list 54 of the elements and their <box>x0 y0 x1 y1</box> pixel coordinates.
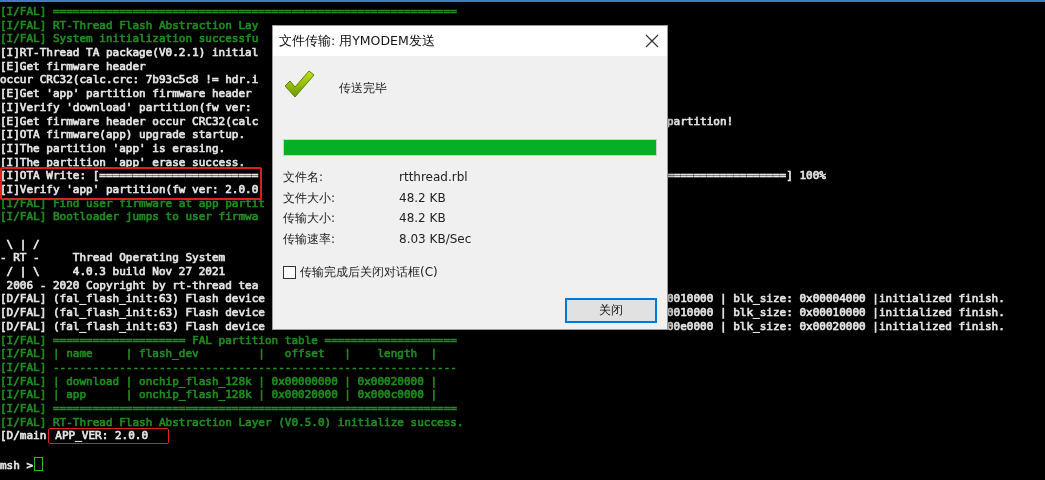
log-line: [I/FAL] ============================================================= <box>0 401 457 415</box>
log-line: [I/FAL] ============================================================= <box>0 5 457 18</box>
log-line: \ | / <box>5 237 40 251</box>
log-line: ==================] 100% <box>667 169 826 183</box>
log-line: [I/FAL] Bootloader jumps to user firmwa <box>0 210 259 224</box>
checkbox-label[interactable]: 传输完成后关闭对话框(C) <box>300 264 438 282</box>
log-line: [I]Verify 'app' partition(fw ver: 2.0.0 <box>0 182 259 196</box>
info-value: 48.2 KB <box>399 210 447 227</box>
info-label: 传输速率: <box>283 230 337 248</box>
log-line: [I/FAL] System initialization successfu <box>0 32 259 46</box>
log-line: [I]The partition 'app' is erasing. <box>0 141 226 155</box>
log-line: [I/FAL] | name | flash_dev | offset | length | <box>0 347 438 361</box>
info-value: 8.03 KB/Sec <box>399 230 473 248</box>
log-line: [I/FAL] RT-Thread Flash Abstraction Lay <box>0 18 259 32</box>
log-line: [D/FAL] (fal_flash_init:63) Flash device <box>0 292 265 306</box>
log-line: [I/FAL] | download | onchip_flash_128k | 0x00000000 | 0x00020000 | <box>0 374 438 388</box>
dialog-title: 文件传输: 用YMODEM发送 <box>279 32 435 50</box>
log-line: 0010000 | blk_size: 0x00004000 |initialized finish. <box>667 292 1005 306</box>
checkbox[interactable] <box>283 266 296 280</box>
cursor-icon <box>34 456 44 471</box>
log-line: [D/FAL] (fal_flash_init:63) Flash device <box>0 319 265 333</box>
log-line: - RT - Thread Operating System <box>0 251 226 265</box>
log-line: [D/FAL] (fal_flash_init:63) Flash device <box>0 306 265 320</box>
log-line: occur CRC32(calc.crc: 7b93c5c8 != hdr.i <box>0 73 259 87</box>
log-line: [I/FAL] ==================== FAL partition table ==================== <box>0 333 457 347</box>
info-label: 传输大小: <box>283 210 337 227</box>
info-label: 文件大小: <box>283 189 337 207</box>
info-label: 文件名: <box>283 169 325 186</box>
info-value: rtthread.rbl <box>399 169 469 186</box>
log-line: 00e0000 | blk_size: 0x00020000 |initialized finish. <box>667 319 1005 333</box>
close-button[interactable]: 关闭 <box>565 298 657 324</box>
log-line: [I]OTA Write: [======================== <box>0 169 259 183</box>
log-line: 0010000 | blk_size: 0x00010000 |initialized finish. <box>667 306 1005 320</box>
status-text: 传送完毕 <box>339 79 387 97</box>
log-line: [I]OTA firmware(app) upgrade startup. <box>0 128 246 142</box>
log-line: [I/FAL] | app | onchip_flash_128k | 0x00020000 | 0x000c0000 | <box>0 388 438 402</box>
log-line: partition! <box>667 114 734 128</box>
log-line: / | \ 4.0.3 build Nov 27 2021 <box>5 265 226 279</box>
log-line: [E]Get firmware header occur CRC32(calc <box>0 114 259 128</box>
log-line: [E]Get 'app' partition firmware header <box>0 87 252 101</box>
log-line: [I/FAL] ------------------------------------------------------------- <box>0 360 457 374</box>
shell-prompt: msh > <box>0 458 34 472</box>
log-line: [E]Get firmware header <box>0 59 146 73</box>
checkmark-icon <box>283 69 315 99</box>
log-line: [I]RT-Thread TA package(V0.2.1) initial <box>0 46 259 60</box>
log-line: [D/main <box>0 429 47 443</box>
log-line: [I/FAL] RT-Thread Flash Abstraction Layer (V0.5.0) initialize success. <box>0 415 464 429</box>
close-icon[interactable] <box>645 34 659 48</box>
log-line: 2006 - 2020 Copyright by rt-thread tea <box>5 278 259 292</box>
log-line: [I]The partition 'app' erase success. <box>0 155 246 169</box>
log-line: [I/FAL] Find user firmware at app partit <box>0 196 265 210</box>
info-value: 48.2 KB <box>399 189 447 207</box>
log-line: [I]Verify 'download' partition(fw ver: <box>0 100 252 114</box>
highlighted-text: APP_VER: 2.0.0 <box>48 428 170 444</box>
